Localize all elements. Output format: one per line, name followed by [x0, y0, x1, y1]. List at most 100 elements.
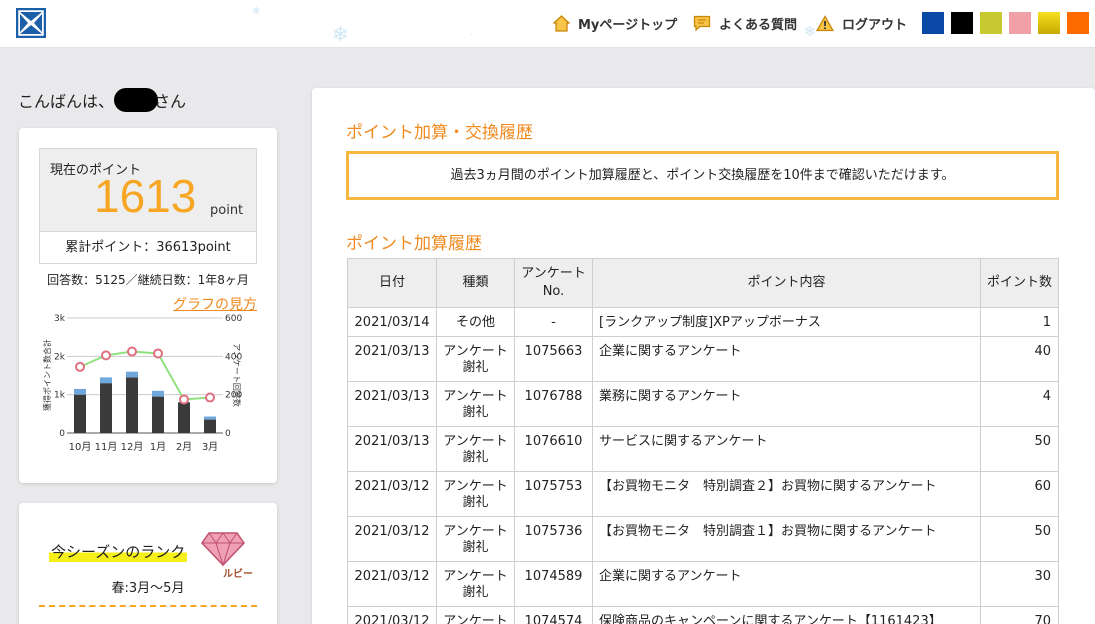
- cell-content: サービスに関するアンケート: [592, 426, 981, 472]
- bar-points: [126, 377, 138, 433]
- x-tick-label: 3月: [202, 441, 218, 453]
- history-notice: 過去3ヵ月間のポイント加算履歴と、ポイント交換履歴を10件まで確認いただけます。: [346, 151, 1059, 200]
- cell-date: 2021/03/12: [347, 561, 437, 607]
- nav-mypage-label: Myページトップ: [578, 18, 678, 33]
- bar-points-extra: [204, 416, 216, 420]
- table-row: 2021/03/13 アンケート謝礼 1076788 業務に関するアンケート 4: [347, 381, 1059, 427]
- rank-title: 今シーズンのランク: [49, 541, 188, 562]
- cell-survey-no: 1074589: [514, 561, 593, 607]
- answers-point: [205, 392, 215, 403]
- cell-date: 2021/03/12: [347, 471, 437, 517]
- theme-color-olive[interactable]: [980, 12, 1002, 34]
- cell-points: 60: [980, 471, 1059, 517]
- col-type: 種類: [436, 258, 515, 308]
- y-right-axis-label: アンケート回答数: [232, 343, 242, 407]
- bar-points-extra: [100, 377, 112, 384]
- answer-stats: 回答数：5125／継続日数：1年8ヶ月: [47, 273, 249, 287]
- cell-content: 企業に関するアンケート: [592, 561, 981, 607]
- col-date: 日付: [347, 258, 437, 308]
- cell-type: アンケート: [436, 606, 515, 624]
- y-left-tick-label: 1k: [54, 391, 66, 401]
- cell-survey-no: 1074574: [514, 606, 593, 624]
- y-left-tick-label: 3k: [54, 314, 66, 324]
- bar-points: [152, 396, 164, 433]
- snow-decoration: ❄: [332, 22, 349, 46]
- col-survey-no: アンケートNo.: [514, 258, 593, 308]
- answers-point: [101, 350, 111, 361]
- answers-line: [79, 350, 211, 401]
- cell-points: 40: [980, 336, 1059, 382]
- table-row: 2021/03/13 アンケート謝礼 1075663 企業に関するアンケート 4…: [347, 336, 1059, 382]
- answers-point: [179, 394, 189, 405]
- warning-icon: [816, 15, 834, 32]
- y-right-tick-label: 0: [225, 429, 231, 439]
- snow-decoration: ·: [470, 30, 474, 41]
- bar-points-extra: [74, 388, 86, 395]
- nav-mypage-top[interactable]: Myページトップ: [553, 14, 677, 33]
- cell-content: 業務に関するアンケート: [592, 381, 981, 427]
- theme-color-yellow[interactable]: [1038, 12, 1060, 34]
- bar-points: [204, 419, 216, 433]
- cell-points: 70: [980, 606, 1059, 624]
- cell-survey-no: -: [514, 307, 593, 337]
- cell-type: アンケート謝礼: [436, 336, 515, 382]
- theme-color-pink[interactable]: [1009, 12, 1031, 34]
- table-row: 2021/03/13 アンケート謝礼 1076610 サービスに関するアンケート…: [347, 426, 1059, 472]
- current-points-unit: point: [210, 203, 244, 218]
- x-tick-label: 10月: [69, 441, 92, 453]
- rank-divider: [39, 605, 257, 607]
- theme-color-orange[interactable]: [1067, 12, 1089, 34]
- cell-survey-no: 1075663: [514, 336, 593, 382]
- y-left-tick-label: 2k: [54, 352, 66, 362]
- cumulative-points: 累計ポイント：36613point: [39, 232, 257, 264]
- graph-help-link[interactable]: グラフの見方: [173, 294, 257, 314]
- nav-faq-label: よくある質問: [719, 18, 798, 33]
- table-row: 2021/03/12 アンケート謝礼 1075736 【お買物モニタ 特別調査１…: [347, 516, 1059, 562]
- cell-points: 1: [980, 307, 1059, 337]
- cell-type: アンケート謝礼: [436, 516, 515, 562]
- house-icon: [553, 14, 570, 32]
- cell-points: 30: [980, 561, 1059, 607]
- points-history-table: 日付 種類 アンケートNo. ポイント内容 ポイント数 2021/03/14 そ…: [347, 258, 1059, 624]
- cell-type: その他: [436, 307, 515, 337]
- answers-point: [127, 346, 137, 357]
- history-panel: ポイント加算・交換履歴 過去3ヵ月間のポイント加算履歴と、ポイント交換履歴を10…: [312, 88, 1095, 624]
- rank-card: 今シーズンのランク ルビー 春:3月～5月: [19, 503, 277, 624]
- bar-points: [74, 394, 86, 433]
- site-logo[interactable]: [16, 8, 46, 38]
- answers-point: [75, 361, 85, 372]
- cell-survey-no: 1075736: [514, 516, 593, 562]
- answers-point: [153, 348, 163, 359]
- cell-content: 【お買物モニタ 特別調査１】お買物に関するアンケート: [592, 516, 981, 562]
- cell-type: アンケート謝礼: [436, 381, 515, 427]
- cell-content: 企業に関するアンケート: [592, 336, 981, 382]
- x-tick-label: 12月: [121, 441, 144, 453]
- redacted-username: [114, 88, 159, 112]
- y-right-tick-label: 600: [225, 314, 242, 324]
- rank-season: 春:3月～5月: [111, 581, 185, 596]
- cell-points: 50: [980, 426, 1059, 472]
- nav-faq[interactable]: よくある質問: [693, 14, 797, 33]
- cell-content: 保険商品のキャンペーンに関するアンケート【1161423】: [592, 606, 981, 624]
- y-left-axis-label: 獲得ポイント数合計: [42, 339, 52, 411]
- x-tick-label: 2月: [176, 441, 192, 453]
- cell-date: 2021/03/13: [347, 426, 437, 472]
- cell-type: アンケート謝礼: [436, 426, 515, 472]
- header: ❄ ❄ · ❄ Myページトップ よくある質問 ログアウト: [0, 0, 1095, 48]
- cell-survey-no: 1076610: [514, 426, 593, 472]
- points-card: 現在のポイント 1613 point 累計ポイント：36613point 回答数…: [19, 128, 277, 483]
- cell-date: 2021/03/14: [347, 307, 437, 337]
- greeting: こんばんは、 さん: [18, 88, 186, 112]
- col-content: ポイント内容: [592, 258, 981, 308]
- cell-survey-no: 1076788: [514, 381, 593, 427]
- table-row: 2021/03/14 その他 - [ランクアップ制度]XPアップボーナス 1: [347, 307, 1059, 337]
- bar-points-extra: [152, 390, 164, 397]
- nav-logout[interactable]: ログアウト: [816, 14, 907, 33]
- cell-points: 4: [980, 381, 1059, 427]
- theme-color-blue[interactable]: [922, 12, 944, 34]
- x-tick-label: 11月: [95, 441, 118, 453]
- bar-points: [100, 383, 112, 433]
- theme-color-black[interactable]: [951, 12, 973, 34]
- greeting-prefix: こんばんは、: [18, 92, 115, 111]
- col-points: ポイント数: [980, 258, 1059, 308]
